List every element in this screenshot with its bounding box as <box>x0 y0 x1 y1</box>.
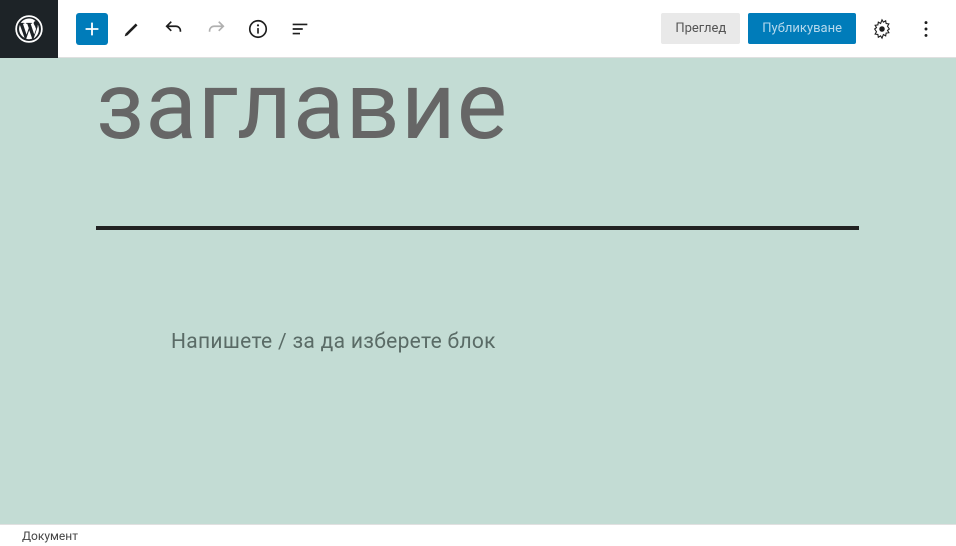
add-block-button[interactable] <box>76 13 108 45</box>
right-tool-group: Преглед Публикуване <box>661 11 944 47</box>
kebab-icon <box>915 18 937 40</box>
gear-icon <box>871 18 893 40</box>
outline-button[interactable] <box>282 11 318 47</box>
post-title-placeholder: заглавие <box>96 58 859 164</box>
editor-canvas[interactable]: заглавие Напишете / за да изберете блок <box>0 58 956 524</box>
paragraph-block-placeholder[interactable]: Напишете / за да изберете блок <box>171 330 496 354</box>
info-button[interactable] <box>240 11 276 47</box>
publish-button[interactable]: Публикуване <box>748 13 856 44</box>
editor-toolbar: Преглед Публикуване <box>0 0 956 58</box>
left-tool-group <box>58 11 318 47</box>
redo-button[interactable] <box>198 11 234 47</box>
breadcrumb[interactable]: Документ <box>22 529 78 543</box>
wordpress-logo[interactable] <box>0 0 58 58</box>
redo-icon <box>205 18 227 40</box>
tools-button[interactable] <box>114 11 150 47</box>
separator-block[interactable] <box>96 226 859 230</box>
pencil-icon <box>121 18 143 40</box>
wordpress-icon <box>15 15 43 43</box>
info-icon <box>247 18 269 40</box>
post-title-block[interactable]: заглавие <box>96 58 859 164</box>
list-view-icon <box>289 18 311 40</box>
settings-button[interactable] <box>864 11 900 47</box>
undo-icon <box>163 18 185 40</box>
preview-button[interactable]: Преглед <box>661 13 740 44</box>
editor-footer: Документ <box>0 524 956 546</box>
more-options-button[interactable] <box>908 11 944 47</box>
plus-icon <box>81 18 103 40</box>
undo-button[interactable] <box>156 11 192 47</box>
